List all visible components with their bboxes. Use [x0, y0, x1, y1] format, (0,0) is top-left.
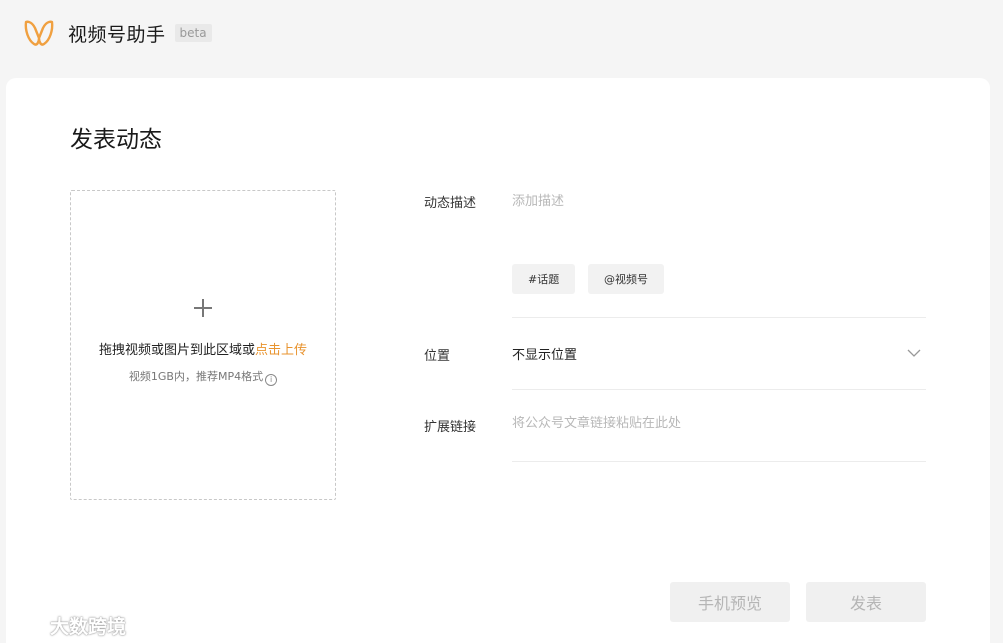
location-select[interactable]: 不显示位置 [512, 340, 926, 366]
upload-hint-text: 视频1GB内，推荐MP4格式 [128, 370, 264, 383]
main-card: 发表动态 拖拽视频或图片到此区域或点击上传 视频1GB内，推荐MP4格式 i 动态… [6, 78, 990, 643]
topic-button[interactable]: #话题 [512, 264, 576, 294]
divider [512, 389, 926, 390]
plus-icon[interactable] [194, 299, 212, 317]
watermark-logo-icon [9, 617, 45, 633]
publish-button[interactable]: 发表 [806, 582, 926, 622]
beta-badge: beta [174, 24, 212, 42]
upload-hint: 视频1GB内，推荐MP4格式 i [71, 368, 335, 386]
click-upload-link[interactable]: 点击上传 [255, 343, 307, 358]
watermark: 大数跨境 [8, 612, 126, 639]
extension-link-input[interactable] [512, 411, 922, 435]
location-value: 不显示位置 [512, 347, 578, 363]
divider [512, 461, 926, 462]
chevron-down-icon[interactable] [906, 345, 922, 361]
upload-instruction-text: 拖拽视频或图片到此区域或 [98, 343, 255, 358]
upload-dropzone[interactable]: 拖拽视频或图片到此区域或点击上传 视频1GB内，推荐MP4格式 i [70, 190, 336, 500]
watermark-text: 大数跨境 [50, 616, 127, 638]
info-icon[interactable]: i [265, 374, 278, 386]
page-title: 发表动态 [70, 127, 162, 153]
app-title: 视频号助手 [68, 23, 166, 46]
location-label: 位置 [424, 349, 451, 364]
description-input[interactable] [512, 189, 922, 213]
upload-instruction: 拖拽视频或图片到此区域或点击上传 [71, 339, 335, 358]
mention-channel-button[interactable]: @视频号 [588, 264, 664, 294]
phone-preview-button[interactable]: 手机预览 [670, 582, 790, 622]
description-label: 动态描述 [424, 196, 477, 211]
channels-logo-icon [24, 20, 54, 46]
divider [512, 317, 926, 318]
extension-link-label: 扩展链接 [424, 420, 477, 435]
app-header: 视频号助手 beta [0, 0, 1003, 66]
